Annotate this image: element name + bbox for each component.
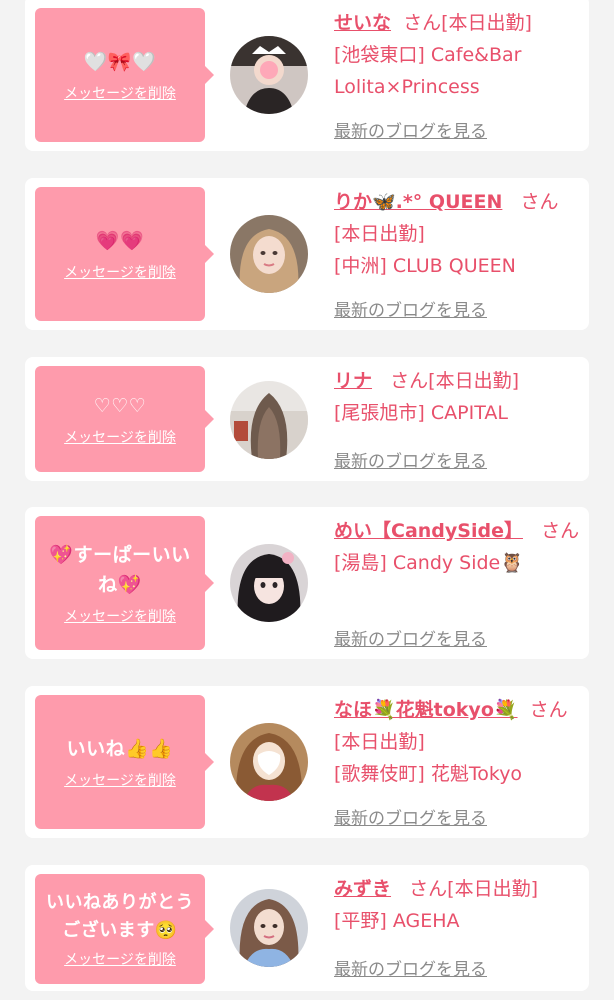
message-text: 🤍🎀🤍 — [83, 51, 157, 73]
delete-message-link[interactable]: メッセージを削除 — [64, 262, 176, 282]
honorific: さん — [529, 699, 568, 721]
cast-name-link[interactable]: りか🦋.*° QUEEN — [334, 191, 502, 213]
list-item: いいねありがとうございます🥺 メッセージを削除 みずき さん[本日出勤] [平野… — [25, 865, 589, 991]
delete-message-link[interactable]: メッセージを削除 — [64, 606, 176, 626]
message-bubble: 💗💗 メッセージを削除 — [35, 187, 214, 321]
shop-info: [歌舞伎町] 花魁Tokyo — [334, 763, 523, 785]
list-item: 💗💗 メッセージを削除 りか🦋.*° QUEEN さん [本日出勤] [中洲] … — [25, 178, 589, 330]
latest-blog-link[interactable]: 最新のブログを見る — [334, 296, 487, 321]
avatar[interactable] — [230, 889, 308, 967]
message-bubble: 🤍🎀🤍 メッセージを削除 — [35, 8, 214, 142]
latest-blog-link[interactable]: 最新のブログを見る — [334, 117, 487, 142]
delete-message-link[interactable]: メッセージを削除 — [64, 770, 176, 790]
cast-name-link[interactable]: リナ — [334, 370, 372, 392]
attendance-status: [本日出勤] — [441, 12, 532, 34]
message-bubble: いいねありがとうございます🥺 メッセージを削除 — [35, 874, 214, 984]
cast-name-link[interactable]: みずき — [334, 878, 391, 900]
honorific: さん — [403, 12, 442, 34]
list-item: 💖すーぱーいいね💖 メッセージを削除 めい【CandySide】 さん [湯島]… — [25, 507, 589, 659]
avatar[interactable] — [230, 723, 308, 801]
latest-blog-link[interactable]: 最新のブログを見る — [334, 955, 487, 980]
honorific: さん — [541, 520, 580, 542]
message-text: ♡♡♡ — [93, 395, 147, 417]
honorific: さん — [390, 370, 429, 392]
message-text: いいねありがとうございます🥺 — [46, 892, 194, 941]
shop-info: [平野] AGEHA — [334, 910, 460, 932]
latest-blog-link[interactable]: 最新のブログを見る — [334, 804, 487, 829]
message-text: 💖すーぱーいいね💖 — [49, 544, 191, 596]
avatar[interactable] — [230, 544, 308, 622]
shop-info: [湯島] Candy Side🦉 — [334, 552, 524, 574]
message-bubble: 💖すーぱーいいね💖 メッセージを削除 — [35, 516, 214, 650]
message-bubble: いいね👍👍 メッセージを削除 — [35, 695, 214, 829]
avatar[interactable] — [230, 215, 308, 293]
delete-message-link[interactable]: メッセージを削除 — [64, 83, 176, 103]
cast-name-link[interactable]: めい【CandySide】 — [334, 520, 523, 542]
message-bubble: ♡♡♡ メッセージを削除 — [35, 366, 214, 472]
message-text: 💗💗 — [95, 230, 145, 252]
attendance-status: [本日出勤] — [447, 878, 538, 900]
shop-info: [尾張旭市] CAPITAL — [334, 402, 508, 424]
cast-name-link[interactable]: せいな — [334, 12, 391, 34]
avatar[interactable] — [230, 381, 308, 459]
cast-name-link[interactable]: なほ💐花魁tokyo💐 — [334, 699, 518, 721]
latest-blog-link[interactable]: 最新のブログを見る — [334, 625, 487, 650]
list-item: ♡♡♡ メッセージを削除 リナ さん[本日出勤] [尾張旭市] CAPITAL … — [25, 357, 589, 481]
shop-info: [中洲] CLUB QUEEN — [334, 255, 516, 277]
list-item: いいね👍👍 メッセージを削除 なほ💐花魁tokyo💐 さん [本日出勤] [歌舞伎… — [25, 686, 589, 838]
attendance-status: [本日出勤] — [334, 223, 425, 245]
message-text: いいね👍👍 — [66, 738, 174, 760]
honorific: さん — [520, 191, 559, 213]
honorific: さん — [409, 878, 448, 900]
latest-blog-link[interactable]: 最新のブログを見る — [334, 447, 487, 472]
attendance-status: [本日出勤] — [428, 370, 519, 392]
list-item: 🤍🎀🤍 メッセージを削除 せいな さん[本日出勤] [池袋東口] Cafe&Ba… — [25, 0, 589, 151]
delete-message-link[interactable]: メッセージを削除 — [64, 949, 176, 969]
attendance-status: [本日出勤] — [334, 731, 425, 753]
like-message-list: 🤍🎀🤍 メッセージを削除 せいな さん[本日出勤] [池袋東口] Cafe&Ba… — [0, 0, 614, 1000]
delete-message-link[interactable]: メッセージを削除 — [64, 427, 176, 447]
shop-info: [池袋東口] Cafe&Bar Lolita×Princess — [334, 44, 522, 98]
avatar[interactable] — [230, 36, 308, 114]
